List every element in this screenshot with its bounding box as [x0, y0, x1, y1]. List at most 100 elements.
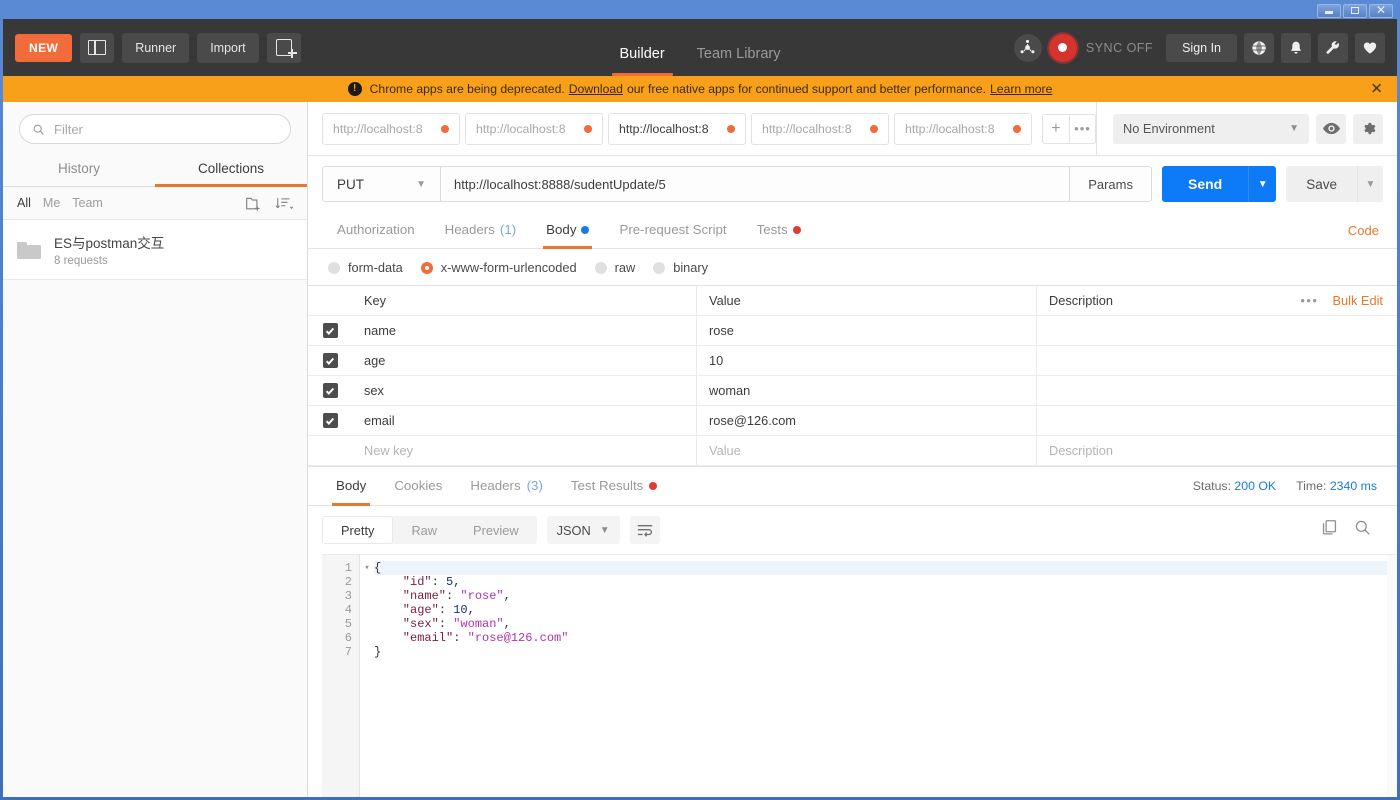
- tab-more-button[interactable]: •••: [1068, 114, 1095, 143]
- radio-binary[interactable]: binary: [653, 260, 708, 275]
- row-checkbox-cell[interactable]: [308, 406, 352, 435]
- wrench-icon[interactable]: [1318, 32, 1348, 63]
- banner-learn-more-link[interactable]: Learn more: [990, 82, 1052, 96]
- scope-me[interactable]: Me: [43, 196, 60, 210]
- sign-in-button[interactable]: Sign In: [1166, 33, 1237, 62]
- tab-pre-request-script[interactable]: Pre-request Script: [604, 212, 741, 248]
- eye-icon[interactable]: [1316, 113, 1346, 144]
- new-button[interactable]: NEW: [15, 33, 73, 62]
- table-more-button[interactable]: •••: [1300, 293, 1318, 308]
- list-item[interactable]: ES与postman交互 8 requests: [3, 220, 307, 280]
- request-tab-3[interactable]: http://localhost:8: [608, 112, 746, 145]
- header-description-cell: Description ••• Bulk Edit: [1037, 286, 1397, 315]
- tab-headers[interactable]: Headers (1): [430, 212, 532, 248]
- row-value-input[interactable]: woman: [697, 376, 1037, 405]
- save-button[interactable]: Save: [1286, 166, 1357, 202]
- sync-status-icon[interactable]: [1048, 33, 1077, 62]
- new-tab-button[interactable]: [266, 32, 301, 63]
- request-tab-1[interactable]: http://localhost:8: [322, 112, 460, 145]
- row-description-input[interactable]: [1037, 406, 1397, 435]
- new-row-key-input[interactable]: New key: [352, 436, 697, 465]
- scope-team[interactable]: Team: [72, 196, 103, 210]
- response-format-select[interactable]: JSON ▼: [546, 516, 620, 544]
- code-link[interactable]: Code: [1348, 223, 1383, 238]
- params-button[interactable]: Params: [1070, 166, 1152, 202]
- window-minimize-button[interactable]: [1317, 3, 1341, 18]
- row-description-input[interactable]: [1037, 346, 1397, 375]
- row-key-input[interactable]: name: [352, 316, 697, 345]
- checkbox-icon[interactable]: [322, 353, 338, 368]
- row-key-input[interactable]: age: [352, 346, 697, 375]
- new-row-description-input[interactable]: Description: [1037, 436, 1397, 465]
- checkbox-icon[interactable]: [322, 323, 338, 338]
- filter-box[interactable]: [19, 114, 291, 144]
- banner-download-link[interactable]: Download: [569, 82, 623, 96]
- row-checkbox-cell[interactable]: [308, 376, 352, 405]
- new-folder-icon[interactable]: [245, 195, 263, 211]
- response-tab-headers[interactable]: Headers (3): [456, 467, 557, 505]
- code-fold-toggle-icon[interactable]: ▾: [360, 561, 374, 575]
- view-mode-pretty[interactable]: Pretty: [322, 516, 394, 544]
- gear-icon[interactable]: [1353, 113, 1383, 144]
- environment-controls: No Environment ▼: [1096, 102, 1397, 155]
- sort-icon[interactable]: [275, 195, 293, 211]
- response-tab-cookies[interactable]: Cookies: [380, 467, 456, 505]
- request-tab-5[interactable]: http://localhost:8: [894, 112, 1032, 145]
- save-options-button[interactable]: ▼: [1357, 166, 1383, 202]
- interceptor-icon[interactable]: [1013, 33, 1042, 62]
- copy-button[interactable]: [1321, 519, 1338, 541]
- search-button[interactable]: [1354, 519, 1371, 541]
- filter-input[interactable]: [54, 121, 278, 137]
- tab-builder[interactable]: Builder: [604, 46, 681, 76]
- bell-icon[interactable]: [1281, 32, 1311, 63]
- request-tab-2[interactable]: http://localhost:8: [465, 112, 603, 145]
- sidebar-tab-collections[interactable]: Collections: [155, 154, 307, 187]
- request-tab-4[interactable]: http://localhost:8: [751, 112, 889, 145]
- runner-button[interactable]: Runner: [122, 32, 190, 63]
- window-maximize-button[interactable]: [1343, 3, 1367, 18]
- response-code-viewer[interactable]: 1234567 ▾ { "id": 5, "name": "rose", "ag…: [322, 554, 1397, 797]
- tab-body[interactable]: Body: [531, 212, 604, 249]
- heart-icon[interactable]: [1355, 32, 1385, 63]
- checkbox-icon[interactable]: [322, 413, 338, 428]
- row-description-input[interactable]: [1037, 376, 1397, 405]
- row-value-input[interactable]: rose@126.com: [697, 406, 1037, 435]
- add-tab-button[interactable]: +: [1043, 115, 1069, 143]
- tab-team-library[interactable]: Team Library: [681, 46, 797, 76]
- wrap-lines-button[interactable]: [629, 516, 660, 544]
- http-method-select[interactable]: PUT ▼: [322, 166, 440, 202]
- send-options-button[interactable]: ▼: [1248, 166, 1277, 202]
- response-tab-body[interactable]: Body: [322, 467, 380, 506]
- checkbox-icon[interactable]: [322, 383, 338, 398]
- new-row-value-input[interactable]: Value: [697, 436, 1037, 465]
- tab-tests[interactable]: Tests: [742, 212, 816, 248]
- radio-raw[interactable]: raw: [594, 260, 635, 275]
- globe-icon[interactable]: [1244, 32, 1274, 63]
- view-mode-raw[interactable]: Raw: [393, 516, 455, 544]
- row-checkbox-cell[interactable]: [308, 346, 352, 375]
- row-key-input[interactable]: email: [352, 406, 697, 435]
- environment-select[interactable]: No Environment ▼: [1113, 113, 1309, 144]
- window-close-button[interactable]: ✕: [1369, 3, 1393, 18]
- row-description-input[interactable]: [1037, 316, 1397, 345]
- row-key-input[interactable]: sex: [352, 376, 697, 405]
- banner-close-icon[interactable]: ✕: [1370, 82, 1383, 97]
- response-tab-test-results[interactable]: Test Results: [557, 467, 671, 505]
- send-button[interactable]: Send: [1161, 166, 1249, 202]
- sidebar-layout-toggle-button[interactable]: [80, 32, 115, 63]
- import-button[interactable]: Import: [197, 32, 259, 63]
- vertical-scrollbar[interactable]: [1387, 555, 1397, 797]
- url-input[interactable]: http://localhost:8888/sudentUpdate/5: [440, 166, 1071, 202]
- code-fold-gutter[interactable]: ▾: [360, 555, 374, 797]
- row-value-input[interactable]: 10: [697, 346, 1037, 375]
- row-value-input[interactable]: rose: [697, 316, 1037, 345]
- tab-authorization[interactable]: Authorization: [322, 212, 430, 248]
- response-body-code[interactable]: { "id": 5, "name": "rose", "age": 10, "s…: [374, 555, 1397, 797]
- view-mode-preview[interactable]: Preview: [455, 516, 537, 544]
- radio-x-www-form-urlencoded[interactable]: x-www-form-urlencoded: [420, 260, 577, 275]
- bulk-edit-button[interactable]: Bulk Edit: [1332, 293, 1383, 308]
- scope-all[interactable]: All: [17, 196, 31, 210]
- row-checkbox-cell[interactable]: [308, 316, 352, 345]
- sidebar-tab-history[interactable]: History: [3, 154, 155, 186]
- radio-form-data[interactable]: form-data: [328, 260, 403, 275]
